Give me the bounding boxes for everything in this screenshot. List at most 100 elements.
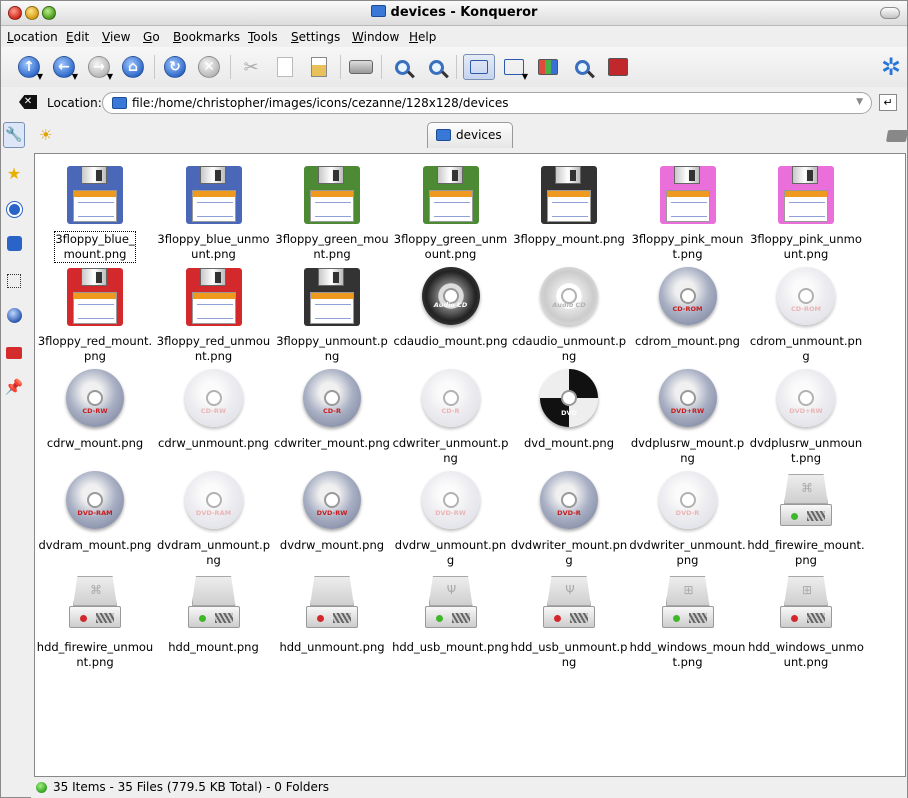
floppy-disk-icon [65,164,125,224]
sidebar-tab-bookmarks[interactable]: ★ [3,160,25,186]
file-item[interactable]: DVD+RW dvdplusrw_unmount.png [747,362,865,465]
location-value[interactable]: file:/home/christopher/images/icons/ceza… [132,96,509,110]
file-item[interactable]: 3floppy_blue_unmount.png [155,158,273,261]
home-folder-icon [6,235,22,251]
sidebar-tab-root[interactable] [3,268,25,294]
konqueror-window: devices - Konqueror Location Edit View G… [0,0,908,798]
menu-help[interactable]: Help [409,30,436,44]
menu-bar: Location Edit View Go Bookmarks Tools Se… [1,27,907,47]
file-item[interactable]: DVD-RAM dvdram_unmount.png [155,464,273,567]
back-button[interactable]: ← ▼ [50,53,78,81]
close-tab-icon[interactable] [885,130,908,142]
menu-edit[interactable]: Edit [66,30,89,44]
menu-tools[interactable]: Tools [248,30,278,44]
cut-button[interactable]: ✂ [237,53,265,81]
file-item[interactable]: CD-RW cdrw_unmount.png [155,362,273,464]
copy-button[interactable] [271,53,299,81]
home-icon: ⌂ [122,56,144,78]
sidebar-tab-network[interactable] [3,302,25,328]
file-item[interactable]: DVD-RW dvdrw_mount.png [273,464,391,566]
file-item[interactable]: 3floppy_red_unmount.png [155,260,273,363]
forward-button[interactable]: → ▼ [85,53,113,81]
file-name: cdaudio_unmount.png [511,334,627,363]
reload-button[interactable]: ↻ [161,53,189,81]
file-item[interactable]: DVD+RW dvdplusrw_mount.png [629,362,747,465]
split-view-button[interactable] [604,53,632,81]
file-item[interactable]: hdd_mount.png [155,566,273,668]
home-button[interactable]: ⌂ [119,53,147,81]
file-item[interactable]: CD-R cdwriter_mount.png [273,362,391,464]
detail-view-button[interactable]: ▼ [500,53,528,81]
zoom-out-button[interactable] [422,53,450,81]
menu-go[interactable]: Go [143,30,160,44]
menu-settings[interactable]: Settings [291,30,340,44]
file-item[interactable]: 3floppy_green_unmount.png [392,158,510,261]
file-item[interactable]: CD-R cdwriter_unmount.png [392,362,510,465]
icon-view-icon [463,54,495,80]
file-item[interactable]: 3floppy_pink_mount.png [629,158,747,261]
file-item[interactable]: ⊞ hdd_windows_unmount.png [747,566,865,669]
zoom-in-button[interactable] [388,53,416,81]
file-icon-view[interactable]: 3floppy_blue_mount.png 3floppy_blue_unmou… [34,153,906,777]
menu-window[interactable]: Window [352,30,399,44]
file-item[interactable]: ⌘ hdd_firewire_unmount.png [36,566,154,669]
file-item[interactable]: DVD-RAM dvdram_mount.png [36,464,154,566]
file-item[interactable]: 3floppy_green_mount.png [273,158,391,261]
icon-view-button[interactable] [462,53,496,81]
file-item[interactable]: ⊞ hdd_windows_mount.png [629,566,747,669]
sidebar-tab-config[interactable]: 🔧 [3,122,25,148]
sidebar-tab-services[interactable] [3,340,25,366]
file-item[interactable]: CD-ROM cdrom_unmount.png [747,260,865,363]
sidebar-tab-home[interactable] [3,230,25,256]
file-item[interactable]: DVD dvd_mount.png [510,362,628,464]
new-tab-icon[interactable]: ☀ [39,126,57,144]
file-item[interactable]: CD-RW cdrw_mount.png [36,362,154,464]
hard-drive-icon: ⊞ [658,572,718,632]
cut-icon: ✂ [243,56,259,78]
paste-button[interactable] [305,53,333,81]
file-item[interactable]: ⌘ hdd_firewire_mount.png [747,464,865,567]
file-item[interactable]: 3floppy_blue_mount.png [36,158,154,263]
sidebar-tab-history[interactable] [3,196,25,222]
tab-label: devices [456,128,502,142]
file-item[interactable]: Audio CD cdaudio_mount.png [392,260,510,362]
file-item[interactable]: CD-ROM cdrom_mount.png [629,260,747,362]
up-button[interactable]: ↑ ▼ [15,53,43,81]
clear-location-icon[interactable]: ✕ [19,95,37,109]
print-button[interactable] [347,53,375,81]
file-item[interactable]: Ψhdd_usb_unmount.png [510,566,628,669]
menu-bookmarks[interactable]: Bookmarks [173,30,240,44]
file-item[interactable]: DVD-R dvdwriter_unmount.png [629,464,747,567]
file-item[interactable]: 3floppy_pink_unmount.png [747,158,865,261]
folder-icon [436,129,451,141]
file-name: dvdplusrw_unmount.png [749,436,863,465]
hard-drive-icon: Ψ [421,572,481,632]
tab-devices[interactable]: devices [427,122,513,148]
go-button[interactable]: ↵ [879,94,897,111]
menu-view[interactable]: View [102,30,130,44]
title-bar[interactable]: devices - Konqueror [1,1,907,26]
sidebar-tab-media[interactable]: 📌 [3,374,25,400]
file-item[interactable]: hdd_unmount.png [273,566,391,668]
location-input[interactable]: file:/home/christopher/images/icons/ceza… [102,92,872,114]
stop-button[interactable]: ✕ [195,53,223,81]
file-item[interactable]: DVD-R dvdwriter_mount.png [510,464,628,567]
floppy-disk-icon [302,266,362,326]
file-item[interactable]: 3floppy_mount.png [510,158,628,260]
toolbar-toggle-button[interactable] [880,7,900,19]
optical-disc-icon: Audio CD [539,266,599,326]
disc-label: DVD+RW [670,407,705,415]
file-item[interactable]: 3floppy_unmount.png [273,260,391,363]
menu-location[interactable]: Location [7,30,58,44]
preview-button[interactable] [568,53,596,81]
disc-label: CD-R [441,407,460,415]
chevron-down-icon[interactable]: ▼ [856,97,863,107]
file-item[interactable]: 3floppy_red_mount.png [36,260,154,363]
konqueror-gear-button[interactable]: ✲ [877,53,905,81]
file-item[interactable]: Ψhdd_usb_mount.png [392,566,510,668]
file-item[interactable]: Audio CD cdaudio_unmount.png [510,260,628,363]
tree-view-button[interactable] [534,53,562,81]
hard-drive-icon: ⌘ [776,470,836,530]
disc-label: DVD-RAM [195,509,232,517]
file-item[interactable]: DVD-RW dvdrw_unmount.png [392,464,510,567]
